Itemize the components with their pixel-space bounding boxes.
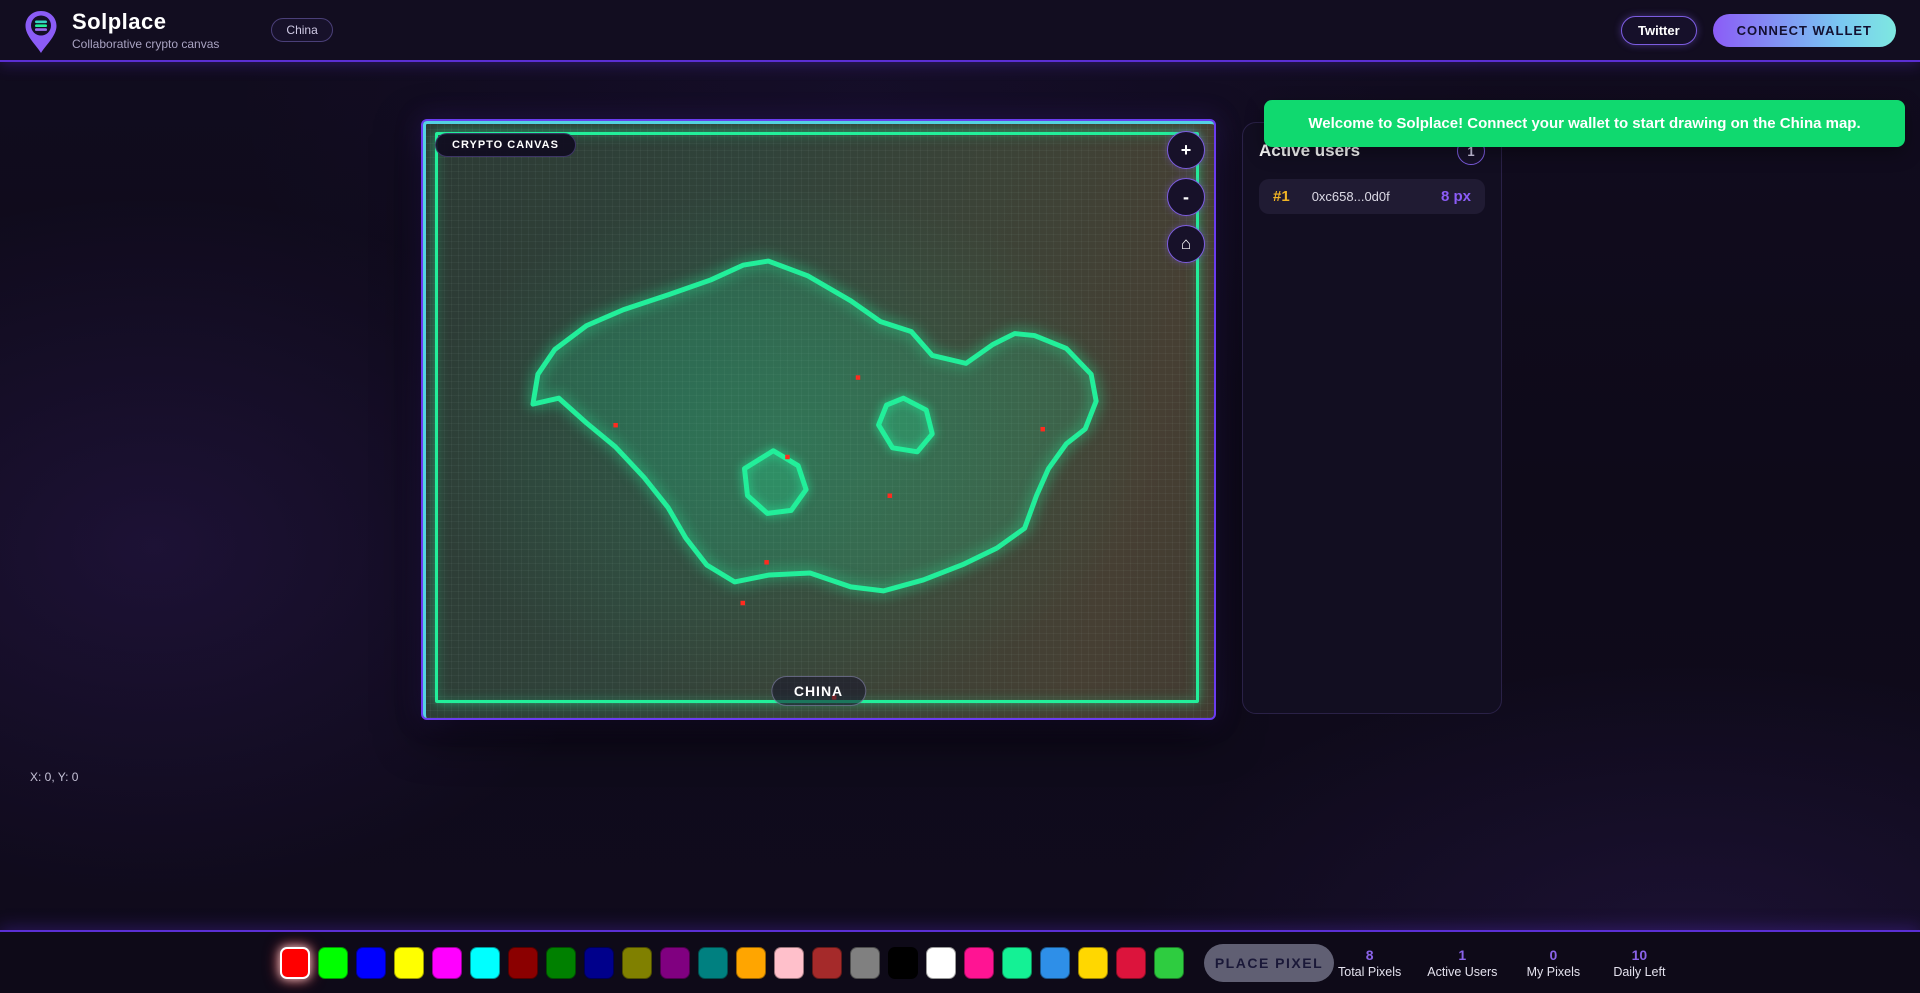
palette-color-swatch[interactable] [432,947,462,979]
map-pin-logo-icon [24,10,58,54]
country-label-badge: CHINA [771,676,866,706]
canvas-title-badge: CRYPTO CANVAS [435,133,576,157]
active-users-list: #1 0xc658...0d0f 8 px [1259,179,1485,214]
palette-color-swatch[interactable] [774,947,804,979]
palette-color-swatch[interactable] [850,947,880,979]
palette-color-swatch[interactable] [622,947,652,979]
header: Solplace Collaborative crypto canvas Chi… [0,0,1920,62]
region-badge: China [271,18,332,42]
stat-value: 1 [1427,947,1497,963]
zoom-controls: + - ⌂ [1167,131,1205,263]
stat-item: 10 Daily Left [1609,947,1669,979]
stat-label: Total Pixels [1338,965,1401,979]
palette-color-swatch[interactable] [318,947,348,979]
stat-value: 8 [1338,947,1401,963]
palette-color-swatch[interactable] [812,947,842,979]
placed-pixel [1041,427,1045,431]
home-icon: ⌂ [1181,234,1191,254]
title-block: Solplace Collaborative crypto canvas [72,9,219,51]
placed-pixel [888,494,892,498]
stat-label: Daily Left [1609,965,1669,979]
placed-pixel [785,455,789,459]
app-title: Solplace [72,9,219,35]
palette-color-swatch[interactable] [1002,947,1032,979]
palette-color-swatch[interactable] [698,947,728,979]
palette-color-swatch[interactable] [280,947,310,979]
palette-color-swatch[interactable] [1078,947,1108,979]
header-actions: Twitter CONNECT WALLET [1621,14,1896,47]
placed-pixel [764,560,768,564]
cursor-coordinates: X: 0, Y: 0 [30,770,78,784]
stat-item: 0 My Pixels [1523,947,1583,979]
stat-label: My Pixels [1523,965,1583,979]
palette-color-swatch[interactable] [584,947,614,979]
user-rank: #1 [1273,188,1290,205]
stat-value: 0 [1523,947,1583,963]
placed-pixel [613,423,617,427]
palette-color-swatch[interactable] [470,947,500,979]
welcome-toast: Welcome to Solplace! Connect your wallet… [1264,100,1905,147]
zoom-in-button[interactable]: + [1167,131,1205,169]
placed-pixel [741,601,745,605]
app-subtitle: Collaborative crypto canvas [72,37,219,51]
palette-color-swatch[interactable] [1116,947,1146,979]
connect-wallet-button[interactable]: CONNECT WALLET [1713,14,1896,47]
palette-color-swatch[interactable] [1154,947,1184,979]
stat-value: 10 [1609,947,1669,963]
stat-label: Active Users [1427,965,1497,979]
color-palette [280,947,1184,979]
palette-color-swatch[interactable] [660,947,690,979]
crypto-canvas[interactable]: CRYPTO CANVAS + - ⌂ CHINA [421,119,1216,720]
stats-bar: 8 Total Pixels 1 Active Users 0 My Pixels 10 Da… [1338,947,1669,979]
palette-color-swatch[interactable] [1040,947,1070,979]
home-button[interactable]: ⌂ [1167,225,1205,263]
palette-color-swatch[interactable] [546,947,576,979]
twitter-button[interactable]: Twitter [1621,16,1697,45]
place-pixel-button[interactable]: PLACE PIXEL [1204,944,1334,982]
stat-item: 1 Active Users [1427,947,1497,979]
active-user-row[interactable]: #1 0xc658...0d0f 8 px [1259,179,1485,214]
zoom-out-button[interactable]: - [1167,178,1205,216]
stat-item: 8 Total Pixels [1338,947,1401,979]
palette-color-swatch[interactable] [888,947,918,979]
footer-toolbar: PLACE PIXEL 8 Total Pixels 1 Active Users 0 M… [0,930,1920,993]
user-pixel-count: 8 px [1441,188,1471,205]
palette-color-swatch[interactable] [394,947,424,979]
palette-color-swatch[interactable] [736,947,766,979]
china-map-svg [423,121,1214,718]
palette-color-swatch[interactable] [926,947,956,979]
active-users-panel: Active users 1 #10xc658...0d0f8 px [1242,122,1502,714]
user-address: 0xc658...0d0f [1312,189,1390,204]
palette-color-swatch[interactable] [508,947,538,979]
palette-color-swatch[interactable] [964,947,994,979]
placed-pixel [856,375,860,379]
palette-color-swatch[interactable] [356,947,386,979]
